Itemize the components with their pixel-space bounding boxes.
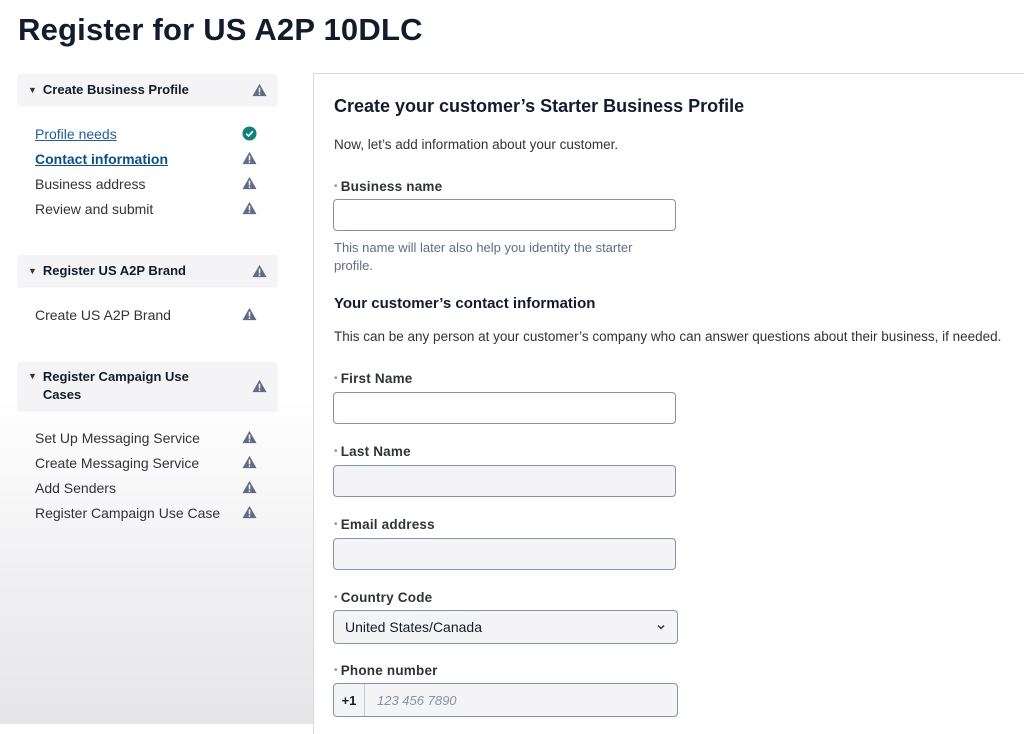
business-name-input[interactable] [333, 199, 676, 231]
warning-triangle-icon [242, 201, 257, 215]
section-create-business-profile[interactable]: ▼ Create Business Profile [18, 74, 277, 105]
step-label[interactable]: Profile needs [35, 126, 277, 142]
step-label: Create US A2P Brand [35, 306, 171, 323]
step-label: Set Up Messaging Service [35, 429, 200, 446]
step-add-senders[interactable]: Add Senders [18, 475, 277, 500]
required-marker: • [334, 181, 338, 192]
last-name-input[interactable] [333, 465, 676, 497]
steps-register-campaign-use-cases: Set Up Messaging Service Create Messagin… [18, 425, 277, 525]
contact-section-description: This can be any person at your customer’… [334, 329, 1002, 344]
email-label: • Email address [334, 517, 435, 532]
warning-triangle-icon [242, 430, 257, 444]
step-label: Add Senders [35, 479, 116, 496]
email-input[interactable] [333, 538, 676, 570]
step-register-campaign-use-case[interactable]: Register Campaign Use Case [18, 500, 277, 525]
caret-down-icon: ▼ [28, 265, 37, 276]
label-text: Email address [340, 517, 435, 532]
step-profile-needs[interactable]: Profile needs [18, 121, 277, 146]
warning-triangle-icon [242, 307, 257, 321]
label-text: Phone number [340, 663, 438, 678]
phone-number-input[interactable] [365, 684, 677, 716]
warning-triangle-icon [242, 455, 257, 469]
country-code-value: United States/Canada [345, 619, 482, 635]
caret-down-icon: ▼ [28, 84, 37, 95]
section-register-campaign-use-cases[interactable]: ▼ Register Campaign Use Cases [18, 362, 277, 410]
business-profile-form-panel: Create your customer’s Starter Business … [313, 73, 1024, 734]
section-label: Create Business Profile [42, 81, 189, 97]
label-text: Last Name [340, 444, 411, 459]
required-marker: • [334, 373, 338, 384]
steps-register-us-a2p-brand: Create US A2P Brand [18, 302, 277, 327]
warning-triangle-icon [252, 264, 267, 277]
steps-create-business-profile: Profile needs Contact information Busine… [18, 121, 277, 221]
page-title: Register for US A2P 10DLC [18, 12, 423, 47]
business-name-label: • Business name [334, 179, 442, 194]
required-marker: • [334, 592, 338, 603]
country-code-select[interactable]: United States/Canada [333, 610, 678, 644]
warning-triangle-icon [242, 176, 257, 190]
step-label[interactable]: Contact information [35, 151, 277, 167]
section-register-us-a2p-brand[interactable]: ▼ Register US A2P Brand [18, 255, 277, 286]
contact-section-title: Your customer’s contact information [334, 295, 596, 312]
label-text: First Name [340, 371, 413, 386]
step-label: Create Messaging Service [35, 454, 200, 471]
phone-prefix: +1 [334, 684, 365, 716]
warning-triangle-icon [242, 480, 257, 494]
step-contact-information[interactable]: Contact information [18, 146, 277, 171]
warning-triangle-icon [242, 505, 257, 519]
step-label: Business address [35, 175, 146, 192]
step-review-and-submit[interactable]: Review and submit [18, 196, 277, 221]
country-code-label: • Country Code [334, 590, 432, 605]
warning-triangle-icon [252, 379, 267, 393]
warning-triangle-icon [252, 83, 267, 96]
step-label: Review and submit [35, 200, 154, 217]
phone-number-field: +1 [333, 683, 678, 717]
section-label: Register Campaign Use Cases [42, 369, 189, 402]
form-intro: Now, let’s add information about your cu… [334, 137, 619, 152]
chevron-down-icon [657, 624, 665, 630]
caret-down-icon: ▼ [28, 371, 37, 381]
label-text: Country Code [340, 590, 433, 605]
business-name-help: This name will later also help you ident… [334, 240, 633, 273]
required-marker: • [334, 665, 338, 676]
step-business-address[interactable]: Business address [18, 171, 277, 196]
first-name-input[interactable] [333, 392, 676, 424]
label-text: Business name [340, 179, 443, 194]
section-label: Register US A2P Brand [42, 262, 186, 278]
warning-triangle-icon [242, 151, 257, 165]
registration-steps-sidebar: ▼ Create Business Profile Profile needs … [18, 74, 277, 525]
required-marker: • [334, 519, 338, 530]
step-create-us-a2p-brand[interactable]: Create US A2P Brand [18, 302, 277, 327]
step-create-messaging-service[interactable]: Create Messaging Service [18, 450, 277, 475]
step-set-up-messaging-service[interactable]: Set Up Messaging Service [18, 425, 277, 450]
step-label: Register Campaign Use Case [35, 504, 221, 521]
required-marker: • [334, 446, 338, 457]
check-circle-icon [242, 126, 257, 141]
phone-number-label: • Phone number [334, 663, 438, 678]
form-title: Create your customer’s Starter Business … [334, 96, 745, 116]
first-name-label: • First Name [334, 371, 412, 386]
last-name-label: • Last Name [334, 444, 411, 459]
